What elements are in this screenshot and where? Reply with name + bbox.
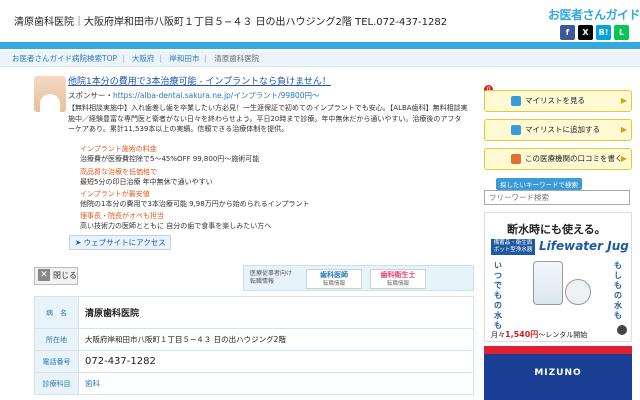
clinic-info-table: 病 名清原歯科医院 所在地 大阪府岸和田市八阪町１丁目５−４３ 日の出ハウジング2…	[34, 296, 474, 395]
breadcrumb-city[interactable]: 岸和田市	[169, 54, 199, 63]
ad-feature-desc: 治療費が医療費控除で5〜45%OFF 99,800円〜施術可能	[80, 155, 260, 163]
ad-info-icon[interactable]	[617, 325, 627, 335]
job-button-sub: 転職情報	[386, 281, 409, 287]
info-key: 病 名	[34, 296, 79, 329]
sidebar-button-label: マイリストに追加する	[525, 125, 600, 134]
banner-tag: 備蓄品・衛生面 ボット型浄水器	[491, 239, 535, 255]
job-banner: 医療従事者向け 転職情報 歯科医師 転職情報 歯科衛生士 転職情報	[243, 265, 474, 291]
close-label: 閉じる	[53, 271, 77, 280]
chevron-right-icon: ▶	[620, 125, 627, 134]
keyword-search-label: 探したいキーワードで検索	[496, 178, 582, 190]
job-label-line2: 転職情報	[250, 278, 275, 285]
clinic-address: 大阪府岸和田市八阪町１丁目５−４３ 日の出ハウジング2階	[78, 328, 474, 351]
price-value: 1,540円	[505, 330, 539, 339]
clinic-department[interactable]: 歯科	[78, 372, 474, 395]
job-button-name: 歯科衛生士	[380, 271, 416, 279]
clinic-name: 清原歯科医院	[78, 296, 474, 329]
hygienist-job-button[interactable]: 歯科衛生士 転職情報	[370, 269, 426, 289]
table-row: 電話番号 072-437-1282	[34, 350, 474, 373]
lifewater-banner[interactable]: 断水時にも使える。 備蓄品・衛生面 ボット型浄水器 Lifewater Jug …	[484, 212, 632, 342]
add-mylist-button[interactable]: マイリストに追加する ▶	[484, 119, 632, 141]
banner-stripe	[484, 346, 632, 354]
sponsored-ad: 他院1本分の費用で3本治療可能 - インプラントなら負けません！ スポンサー・h…	[34, 72, 474, 252]
doctor-avatar	[34, 76, 66, 112]
table-row: 所在地 大阪府岸和田市八阪町１丁目５−４３ 日の出ハウジング2階	[34, 328, 474, 351]
banner-brand: Lifewater Jug	[539, 239, 629, 253]
water-jug-image	[533, 261, 563, 305]
ad-feature[interactable]: インプラントが最安値他院の1本分の費用で3本治療可能 9,98万円から始められる…	[80, 189, 310, 209]
x-icon[interactable]: X	[578, 25, 593, 40]
banner-title: 断水時にも使える。	[507, 223, 606, 236]
sidebar-button-label: マイリストを見る	[525, 96, 585, 105]
ad-feature-title: インプラント施術の料金	[80, 145, 157, 153]
info-key: 電話番号	[34, 350, 79, 373]
ad-body: 【無料相談実施中】入れ歯差し歯を卒業したい方必見！一生涯保証で初めてのインプラン…	[68, 104, 468, 133]
keyword-search-input[interactable]	[484, 190, 630, 205]
chevron-right-icon: ▶	[620, 154, 627, 163]
facebook-icon[interactable]: f	[560, 25, 575, 40]
ad-sponsor: スポンサー・https://alba-dental.sakura.ne.jp/イ…	[68, 90, 319, 101]
breadcrumb-top[interactable]: お医者さんガイド病院検索TOP	[12, 54, 117, 63]
header-bar	[0, 42, 640, 49]
job-button-sub: 転職情報	[322, 281, 345, 287]
price-suffix: 〜レンタル開始	[538, 331, 588, 339]
breadcrumb-current: 清原歯科医院	[214, 54, 260, 63]
banner-left-text: いつでもの水も	[494, 261, 502, 330]
ad-title[interactable]: 他院1本分の費用で3本治療可能 - インプラントなら負けません！	[68, 74, 331, 87]
visit-website-button[interactable]: ➤ ウェブサイトにアクセス	[69, 235, 171, 250]
mizuno-banner[interactable]: MIZUNO	[484, 346, 632, 400]
list-icon	[511, 96, 521, 106]
ad-feature[interactable]: 高品質な治療を低価格で最短5分の印日治療 年中無休で通いやすい	[80, 167, 213, 187]
ad-feature-desc: 高い技術力の医師とともに 自分の歯で食事を楽しみたい方へ	[80, 222, 272, 230]
table-row: 病 名清原歯科医院	[34, 296, 474, 329]
site-header: 清原歯科医院｜大阪府岸和田市八阪町１丁目５−４３ 日の出ハウジング2階 TEL.…	[0, 0, 640, 42]
visit-website-label: ウェブサイトにアクセス	[83, 238, 166, 247]
view-mylist-button[interactable]: マイリストを見る ▶	[484, 90, 632, 112]
job-label-line1: 医療従事者向け	[250, 270, 293, 277]
sponsor-url[interactable]: https://alba-dental.sakura.ne.jp/インプラント/…	[113, 91, 319, 100]
job-label: 医療従事者向け 転職情報	[250, 270, 292, 286]
banner-right-text: もしもの水も	[614, 261, 622, 320]
dentist-job-button[interactable]: 歯科医師 転職情報	[306, 269, 362, 289]
ad-feature-title: インプラントが最安値	[80, 190, 150, 198]
close-icon: ✕	[38, 269, 50, 281]
clinic-phone[interactable]: 072-437-1282	[78, 350, 474, 373]
banner-price: 月々1,540円〜レンタル開始	[491, 329, 587, 340]
write-review-button[interactable]: この医療機関の口コミを書く ▶	[484, 148, 632, 170]
info-key: 診療科目	[34, 372, 79, 395]
sidebar-button-label: この医療機関の口コミを書く	[525, 154, 623, 163]
sponsor-label: スポンサー・	[68, 91, 113, 100]
ad-feature-desc: 最短5分の印日治療 年中無休で通いやすい	[80, 178, 213, 186]
job-button-name: 歯科医師	[320, 271, 348, 279]
line-icon[interactable]: L	[614, 25, 629, 40]
ad-feature-desc: 他院の1本分の費用で3本治療可能 9,98万円から始められるインプラント	[80, 200, 310, 208]
close-button[interactable]: ✕ 閉じる	[34, 267, 78, 285]
ad-feature[interactable]: インプラント施術の料金治療費が医療費控除で5〜45%OFF 99,800円〜施術…	[80, 144, 259, 164]
breadcrumb: お医者さんガイド病院検索TOP | 大阪府 | 岸和田市 | 清原歯科医院	[0, 51, 640, 67]
plus-icon	[511, 125, 521, 135]
ad-feature-title: 高品質な治療を低価格で	[80, 168, 157, 176]
ad-feature[interactable]: 理事長・院長がオペも担当高い技術力の医師とともに 自分の歯で食事を楽しみたい方へ	[80, 211, 271, 231]
info-key: 所在地	[34, 328, 79, 351]
ad-feature-title: 理事長・院長がオペも担当	[80, 212, 164, 220]
table-row: 診療科目 歯科	[34, 372, 474, 395]
water-bottle-image	[565, 279, 591, 305]
hatena-icon[interactable]: B!	[596, 25, 611, 40]
breadcrumb-prefecture[interactable]: 大阪府	[132, 54, 155, 63]
pencil-icon	[511, 154, 521, 164]
chevron-right-icon: ➤	[75, 238, 84, 247]
page-title: 清原歯科医院｜大阪府岸和田市八阪町１丁目５−４３ 日の出ハウジング2階 TEL.…	[14, 17, 448, 28]
price-prefix: 月々	[491, 331, 505, 339]
site-logo[interactable]: お医者さんガイド	[548, 6, 640, 23]
mizuno-logo: MIZUNO	[534, 368, 582, 378]
chevron-right-icon: ▶	[620, 96, 627, 105]
